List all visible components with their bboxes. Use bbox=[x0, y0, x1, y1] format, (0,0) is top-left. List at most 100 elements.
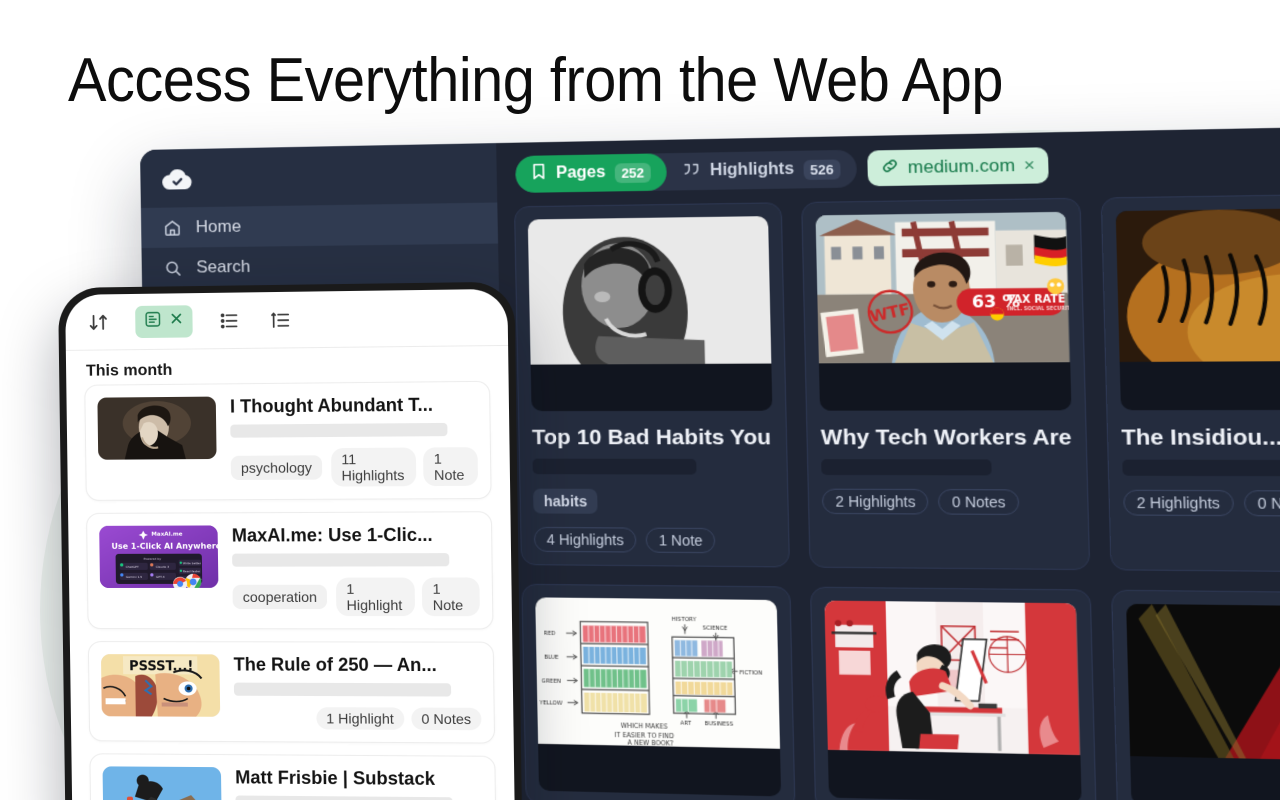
card-item[interactable]: Go bbox=[1110, 589, 1280, 800]
card-meta: 2 Highlights 0 Notes bbox=[822, 488, 1074, 516]
card-thumbnail bbox=[1115, 207, 1280, 411]
close-icon[interactable] bbox=[169, 311, 183, 330]
svg-text:BUSINESS: BUSINESS bbox=[705, 721, 734, 728]
svg-text:Claude 3: Claude 3 bbox=[156, 565, 169, 569]
filter-pages[interactable]: Pages 252 bbox=[515, 153, 667, 193]
svg-text:ART: ART bbox=[680, 720, 692, 727]
list-item[interactable]: MaxAI.me Use 1-Click AI Anywhere Powered… bbox=[86, 511, 494, 630]
photo-tiger bbox=[1115, 207, 1280, 362]
dark-red-graphic: Go bbox=[1125, 603, 1280, 762]
card-item[interactable]: WTF 63 % TAX RATE INCL. SOCIAL SECURITY bbox=[801, 197, 1090, 571]
promo-screenshot: Access Everything from the Web App Home … bbox=[0, 0, 1280, 800]
card-notes-count: 0 Notes bbox=[938, 489, 1020, 515]
svg-text:Powered by: Powered by bbox=[144, 557, 162, 561]
sidebar-item-home[interactable]: Home bbox=[140, 202, 499, 249]
card-view-icon bbox=[144, 310, 161, 332]
svg-text:IT EASIER TO FIND: IT EASIER TO FIND bbox=[614, 731, 674, 740]
svg-text:GPT-4: GPT-4 bbox=[156, 575, 165, 579]
card-thumbnail: WTF 63 % TAX RATE INCL. SOCIAL SECURITY bbox=[815, 211, 1072, 411]
card-grid: Top 10 Bad Habits You Ne... habits 4 Hig… bbox=[497, 193, 1280, 800]
photo-man-german-town-tax-banner: WTF 63 % TAX RATE INCL. SOCIAL SECURITY bbox=[815, 211, 1070, 364]
svg-text:Use 1-Click AI Anywhere: Use 1-Click AI Anywhere bbox=[111, 542, 218, 551]
home-icon bbox=[163, 218, 182, 237]
list-item-tag[interactable]: cooperation bbox=[232, 584, 328, 610]
filter-toolbar: Pages 252 Highlights 526 medium.com × bbox=[496, 125, 1280, 206]
compact-list-icon[interactable] bbox=[267, 306, 294, 333]
svg-text:A NEW BOOK?: A NEW BOOK? bbox=[628, 740, 674, 748]
svg-text:YELLOW: YELLOW bbox=[539, 700, 564, 707]
card-item[interactable]: The Insidiou... 2 Highlights 0 Notes bbox=[1100, 193, 1280, 573]
list-item-thumbnail bbox=[97, 396, 217, 460]
domain-filter-label: medium.com bbox=[907, 155, 1016, 178]
sepia-portrait-man bbox=[97, 396, 217, 460]
filter-pages-count: 252 bbox=[614, 162, 651, 183]
filter-pages-label: Pages bbox=[555, 163, 606, 183]
card-item[interactable]: RED BLUE GREEN YELLOW HISTORY SCIENCE FICTI… bbox=[521, 583, 796, 800]
list-item-title: Matt Frisbie | Substack bbox=[235, 767, 436, 789]
bw-photo-man-headphones bbox=[527, 216, 772, 365]
card-thumbnail: Go bbox=[1125, 603, 1280, 800]
filter-highlights-count: 526 bbox=[803, 158, 841, 180]
card-notes-count: 0 Notes bbox=[1243, 490, 1280, 517]
phone-card-list: I Thought Abundant T... psychology 11 Hi… bbox=[66, 380, 515, 800]
list-item-subtitle-placeholder bbox=[235, 795, 453, 800]
card-meta: 2 Highlights 0 Notes bbox=[1122, 489, 1280, 517]
card-highlights-count: 2 Highlights bbox=[1122, 489, 1234, 517]
card-notes-count: 1 Note bbox=[645, 527, 716, 554]
phone-section-header: This month bbox=[85, 361, 173, 380]
svg-text:Write better: Write better bbox=[183, 561, 202, 565]
list-item-subtitle-placeholder bbox=[230, 422, 448, 438]
card-item[interactable] bbox=[810, 586, 1097, 800]
card-meta: 4 Highlights 1 Note bbox=[533, 526, 776, 554]
list-item-thumbnail: PSSST...! bbox=[100, 654, 221, 717]
phone-mockup: This month I Thought Abundant T... psych… bbox=[58, 281, 523, 800]
svg-text:Gemini 1.5: Gemini 1.5 bbox=[126, 575, 143, 579]
bookmark-icon bbox=[531, 163, 547, 186]
domain-filter-chip[interactable]: medium.com × bbox=[866, 147, 1049, 187]
list-item-notes-count: 1 Note bbox=[423, 447, 479, 487]
card-title: The Insidiou... bbox=[1120, 425, 1280, 451]
list-item-notes-count: 1 Note bbox=[422, 577, 480, 617]
card-thumbnail: RED BLUE GREEN YELLOW HISTORY SCIENCE FICTI… bbox=[535, 597, 782, 797]
list-item-tag[interactable]: psychology bbox=[230, 455, 323, 481]
list-item-notes-count: 0 Notes bbox=[411, 707, 482, 731]
photo-climber bbox=[102, 766, 222, 800]
filter-highlights[interactable]: Highlights 526 bbox=[666, 150, 857, 191]
card-thumbnail bbox=[527, 216, 773, 412]
sidebar-item-label: Home bbox=[195, 216, 242, 237]
filter-highlights-label: Highlights bbox=[709, 160, 795, 180]
svg-text:FICTION: FICTION bbox=[739, 670, 762, 677]
content-area: Pages 252 Highlights 526 medium.com × To… bbox=[496, 125, 1280, 800]
sort-arrows-icon[interactable] bbox=[85, 309, 111, 335]
card-item[interactable]: Top 10 Bad Habits You Ne... habits 4 Hig… bbox=[513, 202, 791, 568]
svg-text:Read faster: Read faster bbox=[183, 569, 201, 573]
app-logo[interactable] bbox=[140, 147, 497, 208]
cloud-check-icon bbox=[160, 168, 194, 193]
list-item[interactable]: Matt Frisbie | Substack bbox=[89, 753, 497, 800]
svg-text:INCL. SOCIAL SECURITY: INCL. SOCIAL SECURITY bbox=[1008, 306, 1070, 313]
sidebar-item-search[interactable]: Search bbox=[141, 244, 498, 289]
list-item-thumbnail: MaxAI.me Use 1-Click AI Anywhere Powered… bbox=[99, 525, 219, 588]
purple-maxai-banner: MaxAI.me Use 1-Click AI Anywhere Powered… bbox=[99, 525, 219, 588]
list-item[interactable]: I Thought Abundant T... psychology 11 Hi… bbox=[84, 380, 492, 501]
sketch-bookshelves: RED BLUE GREEN YELLOW HISTORY SCIENCE FICTI… bbox=[535, 597, 781, 749]
search-icon bbox=[163, 258, 182, 277]
svg-text:SCIENCE: SCIENCE bbox=[703, 625, 728, 632]
list-item-title: MaxAI.me: Use 1-Clic... bbox=[231, 524, 433, 546]
card-title: Top 10 Bad Habits You Ne... bbox=[531, 425, 774, 450]
view-filter-active[interactable] bbox=[135, 304, 193, 338]
page-title: Access Everything from the Web App bbox=[68, 46, 1003, 115]
list-item[interactable]: PSSST...! The Rule of 250 — An... 1 High… bbox=[87, 641, 496, 744]
list-item-subtitle-placeholder bbox=[233, 682, 452, 697]
svg-text:MaxAI.me: MaxAI.me bbox=[151, 532, 183, 538]
close-icon[interactable]: × bbox=[1024, 155, 1036, 176]
card-highlights-count: 2 Highlights bbox=[822, 488, 930, 515]
card-subtitle-placeholder bbox=[1121, 459, 1280, 477]
list-item-highlights-count: 1 Highlight bbox=[315, 707, 405, 730]
illustration-person-at-desk-red bbox=[824, 600, 1081, 756]
list-view-icon[interactable] bbox=[217, 307, 244, 334]
quote-icon bbox=[682, 161, 701, 181]
phone-toolbar bbox=[65, 288, 509, 351]
card-subtitle-placeholder bbox=[821, 459, 992, 476]
card-tag[interactable]: habits bbox=[533, 488, 598, 514]
